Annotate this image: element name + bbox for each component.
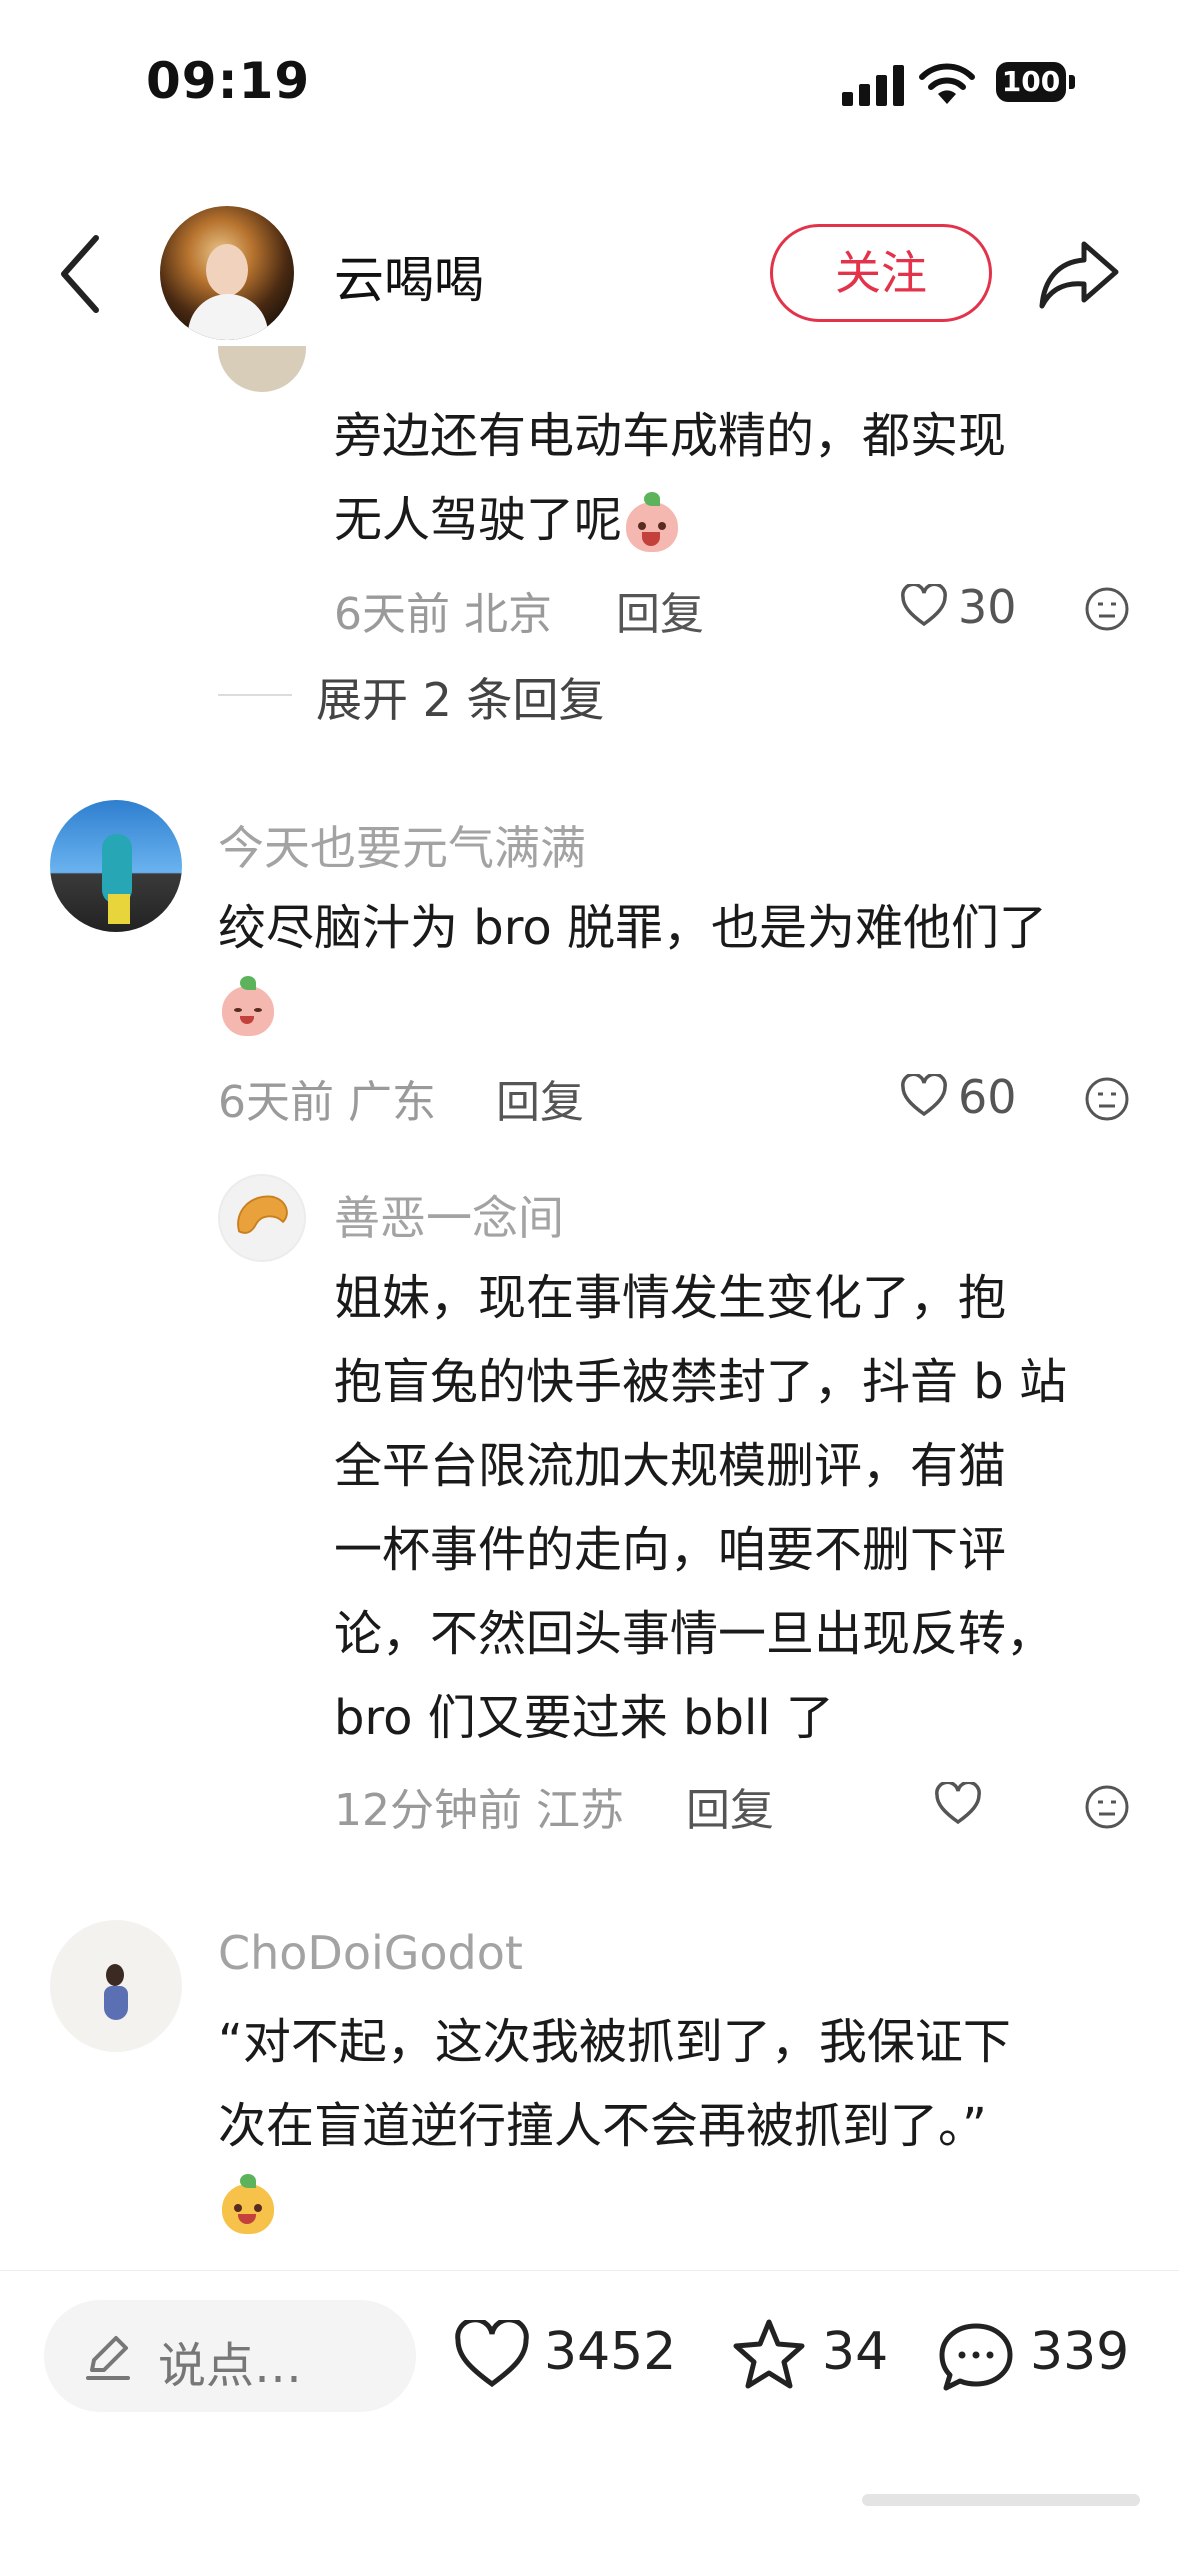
wifi-icon	[919, 63, 975, 104]
yellow-face-emoji-icon	[218, 2174, 276, 2236]
subreply-line: 抱盲兔的快手被禁封了，抖音 b 站	[334, 1354, 1067, 1410]
expand-divider	[218, 694, 292, 696]
author-username[interactable]: 云喝喝	[334, 240, 484, 312]
subreply-username[interactable]: 善恶一念间	[334, 1182, 564, 1248]
like-count: 60	[958, 1070, 1017, 1124]
subreply-meta: 12分钟前 江苏	[334, 1785, 624, 1836]
reply-button[interactable]: 回复	[616, 578, 704, 642]
croissant-icon	[237, 1195, 288, 1234]
subreply-line: 论，不然回头事情一旦出现反转，	[334, 1606, 1055, 1662]
favorite-icon[interactable]	[730, 2316, 808, 2392]
commenter-avatar[interactable]	[50, 800, 182, 932]
reply-text: 旁边还有电动车成精的，都实现 无人驾驶了呢	[334, 394, 1006, 562]
author-avatar[interactable]	[160, 206, 294, 340]
subreply-line: bro 们又要过来 bbll 了	[334, 1690, 834, 1746]
dislike-icon[interactable]	[1084, 1784, 1130, 1830]
comment-input-placeholder[interactable]: 说点…	[158, 2326, 302, 2396]
home-indicator[interactable]	[862, 2494, 1140, 2506]
reply-text-line: 无人驾驶了呢	[334, 478, 1006, 562]
dislike-icon[interactable]	[1084, 586, 1130, 632]
reply-button[interactable]: 回复	[686, 1774, 774, 1838]
expand-replies-button[interactable]: 展开 2 条回复	[316, 664, 605, 730]
commenter-username[interactable]: 今天也要元气满满	[218, 812, 586, 878]
post-favorite-count: 34	[822, 2322, 889, 2382]
shy-peach-emoji-icon	[218, 976, 276, 1038]
dislike-icon[interactable]	[1084, 1076, 1130, 1122]
reply-text-line-content: 无人驾驶了呢	[334, 492, 623, 548]
comment-text: “对不起，这次我被抓到了，我保证下 次在盲道逆行撞人不会再被抓到了。”	[218, 2000, 1011, 2168]
like-icon[interactable]	[934, 1782, 982, 1826]
like-post-icon[interactable]	[454, 2320, 530, 2390]
subreply-avatar[interactable]	[218, 1174, 306, 1262]
battery-icon: 100	[996, 60, 1078, 104]
subreply-line: 一杯事件的走向，咱要不删下评	[334, 1522, 1007, 1578]
surprised-peach-emoji-icon	[622, 492, 680, 554]
like-icon[interactable]	[900, 584, 948, 628]
follow-button[interactable]: 关注	[770, 224, 992, 322]
reply-meta: 6天前 北京	[334, 589, 552, 640]
reply-text-line: 旁边还有电动车成精的，都实现	[334, 408, 1007, 464]
comment-line: 次在盲道逆行撞人不会再被抓到了。”	[218, 2098, 987, 2154]
comment-line: “对不起，这次我被抓到了，我保证下	[218, 2014, 1011, 2070]
reply-button[interactable]: 回复	[496, 1066, 584, 1130]
comment-meta: 6天前 广东	[218, 1077, 436, 1128]
post-like-count: 3452	[544, 2322, 677, 2382]
status-time: 09:19	[146, 52, 311, 110]
commenter-username[interactable]: ChoDoiGodot	[218, 1926, 523, 1980]
comment-text: 绞尽脑汁为 bro 脱罪，也是为难他们了	[218, 900, 1048, 956]
comment-icon[interactable]	[938, 2320, 1014, 2394]
subreply-line: 姐妹，现在事情发生变化了，抱	[334, 1270, 1007, 1326]
post-comment-count: 339	[1030, 2322, 1130, 2382]
subreply-line: 全平台限流加大规模删评，有猫	[334, 1438, 1007, 1494]
share-icon[interactable]	[1036, 236, 1122, 312]
back-icon[interactable]	[56, 232, 106, 316]
battery-level: 100	[996, 62, 1066, 102]
like-icon[interactable]	[900, 1074, 948, 1118]
cellular-signal-icon	[842, 64, 904, 106]
pencil-icon	[86, 2336, 130, 2380]
subreply-text: 姐妹，现在事情发生变化了，抱 抱盲兔的快手被禁封了，抖音 b 站 全平台限流加大…	[334, 1256, 1067, 1760]
like-count: 30	[958, 580, 1017, 634]
reply-avatar[interactable]	[218, 346, 306, 392]
commenter-avatar[interactable]	[50, 1920, 182, 2052]
